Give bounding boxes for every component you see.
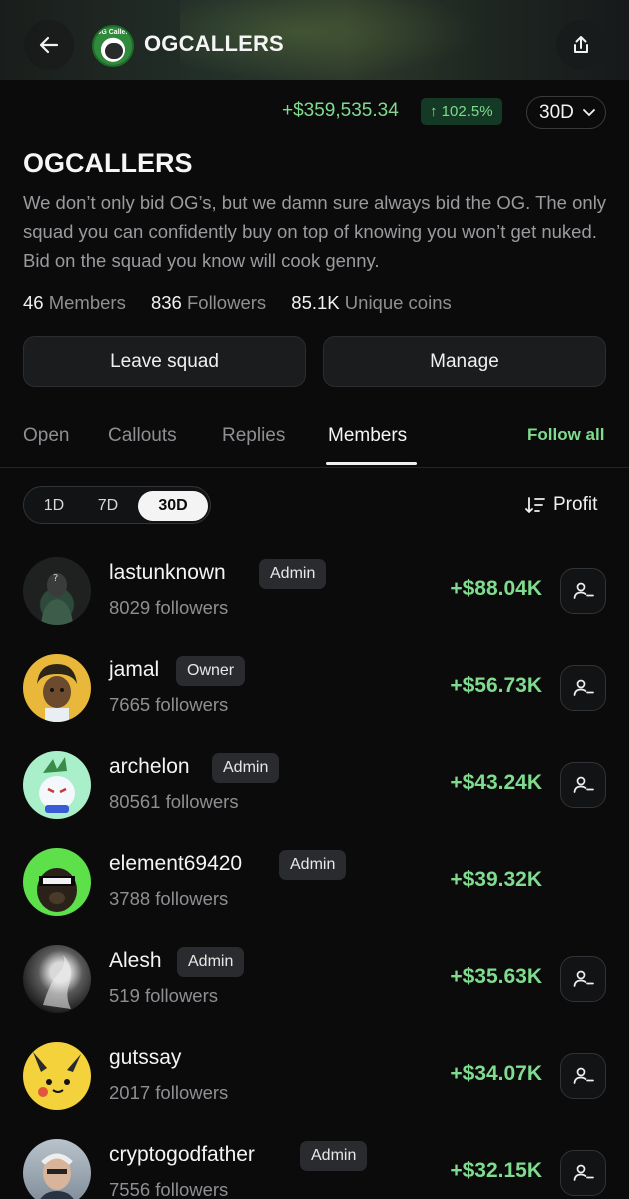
squad-logo-text: OG Callers [95, 29, 133, 36]
avatar: ? [23, 557, 91, 625]
member-row[interactable]: Alesh Admin 519 followers +$35.63K [0, 945, 629, 1042]
squad-logo-mascot [105, 43, 123, 59]
period-7d[interactable]: 7D [86, 491, 130, 521]
tab-replies[interactable]: Replies [222, 425, 285, 447]
member-profit: +$88.04K [450, 577, 542, 600]
member-profit: +$32.15K [450, 1159, 542, 1182]
squad-pnl-value: +$359,535.34 [282, 100, 399, 121]
avatar [23, 848, 91, 916]
avatar [23, 751, 91, 819]
member-profit: +$34.07K [450, 1062, 542, 1085]
active-tab-indicator [326, 462, 417, 465]
avatar [23, 945, 91, 1013]
svg-text:?: ? [53, 573, 58, 584]
follow-member-button[interactable] [560, 956, 606, 1002]
members-count: 46 Members [23, 292, 126, 313]
user-add-icon [573, 679, 594, 696]
arrow-left-icon [39, 36, 59, 54]
member-profit: +$39.32K [450, 868, 542, 891]
member-followers: 7665 followers [109, 694, 229, 715]
role-badge: Admin [279, 850, 347, 880]
user-add-icon [573, 582, 594, 599]
squad-title: OGCALLERS [23, 148, 193, 178]
follow-member-button[interactable] [560, 568, 606, 614]
member-name[interactable]: jamal [109, 658, 159, 682]
user-add-icon [573, 1067, 594, 1084]
member-name[interactable]: cryptogodfather [109, 1143, 255, 1167]
member-profit: +$35.63K [450, 965, 542, 988]
role-badge: Admin [212, 753, 280, 783]
member-profit: +$56.73K [450, 674, 542, 697]
member-followers: 80561 followers [109, 791, 239, 812]
member-profit: +$43.24K [450, 771, 542, 794]
follow-member-button[interactable] [560, 665, 606, 711]
range-dropdown-label: 30D [539, 102, 574, 123]
role-badge: Owner [176, 656, 246, 686]
tab-open[interactable]: Open [23, 425, 69, 447]
share-button[interactable] [556, 20, 606, 70]
role-badge: Admin [177, 947, 245, 977]
role-badge: Admin [259, 559, 327, 589]
user-add-icon [573, 1164, 594, 1181]
follow-member-button[interactable] [560, 1150, 606, 1196]
member-row[interactable]: element69420 Admin 3788 followers +$39.3… [0, 848, 629, 945]
user-add-icon [573, 776, 594, 793]
member-row[interactable]: ? lastunknown Admin 8029 followers +$88.… [0, 557, 629, 654]
period-30d[interactable]: 30D [138, 491, 208, 521]
avatar [23, 1139, 91, 1199]
member-followers: 519 followers [109, 985, 219, 1006]
squad-pnl-percent-badge: ↑ 102.5% [421, 98, 502, 125]
member-followers: 2017 followers [109, 1082, 229, 1103]
member-name[interactable]: Alesh [109, 949, 162, 973]
member-followers: 7556 followers [109, 1179, 229, 1199]
squad-description: We don’t only bid OG’s, but we damn sure… [23, 192, 607, 271]
header-title: OGCALLERS [144, 31, 284, 56]
tab-callouts[interactable]: Callouts [108, 425, 177, 447]
sort-button[interactable]: Profit [525, 494, 597, 516]
member-followers: 3788 followers [109, 888, 229, 909]
tab-members[interactable]: Members [328, 425, 407, 447]
unique-coins-count: 85.1K Unique coins [291, 292, 452, 313]
user-add-icon [573, 970, 594, 987]
chevron-down-icon [583, 109, 595, 117]
follow-member-button[interactable] [560, 1053, 606, 1099]
avatar [23, 654, 91, 722]
period-selector: 1D 7D 30D [23, 486, 211, 524]
follow-all-button[interactable]: Follow all [527, 425, 604, 445]
sort-icon [525, 497, 545, 513]
header-bar: OG Callers OGCALLERS [0, 0, 629, 80]
share-icon [574, 36, 588, 53]
member-row[interactable]: archelon Admin 80561 followers +$43.24K [0, 751, 629, 848]
member-row[interactable]: jamal Owner 7665 followers +$56.73K [0, 654, 629, 751]
manage-button[interactable]: Manage [323, 336, 606, 387]
role-badge: Admin [300, 1141, 368, 1171]
squad-counts: 46 Members 836 Followers 85.1K Unique co… [23, 292, 452, 314]
member-name[interactable]: lastunknown [109, 561, 226, 585]
member-row[interactable]: gutssay 2017 followers +$34.07K [0, 1042, 629, 1139]
period-1d[interactable]: 1D [32, 491, 76, 521]
range-dropdown[interactable]: 30D [526, 96, 606, 129]
leave-squad-button[interactable]: Leave squad [23, 336, 306, 387]
member-name[interactable]: gutssay [109, 1046, 181, 1070]
member-row[interactable]: cryptogodfather Admin 7556 followers +$3… [0, 1139, 629, 1199]
member-name[interactable]: archelon [109, 755, 190, 779]
follow-member-button[interactable] [560, 762, 606, 808]
followers-count: 836 Followers [150, 292, 267, 313]
sort-label: Profit [553, 494, 598, 515]
squad-logo: OG Callers [92, 25, 134, 67]
back-button[interactable] [24, 20, 74, 70]
avatar [23, 1042, 91, 1110]
member-name[interactable]: element69420 [109, 852, 242, 876]
member-followers: 8029 followers [109, 597, 229, 618]
